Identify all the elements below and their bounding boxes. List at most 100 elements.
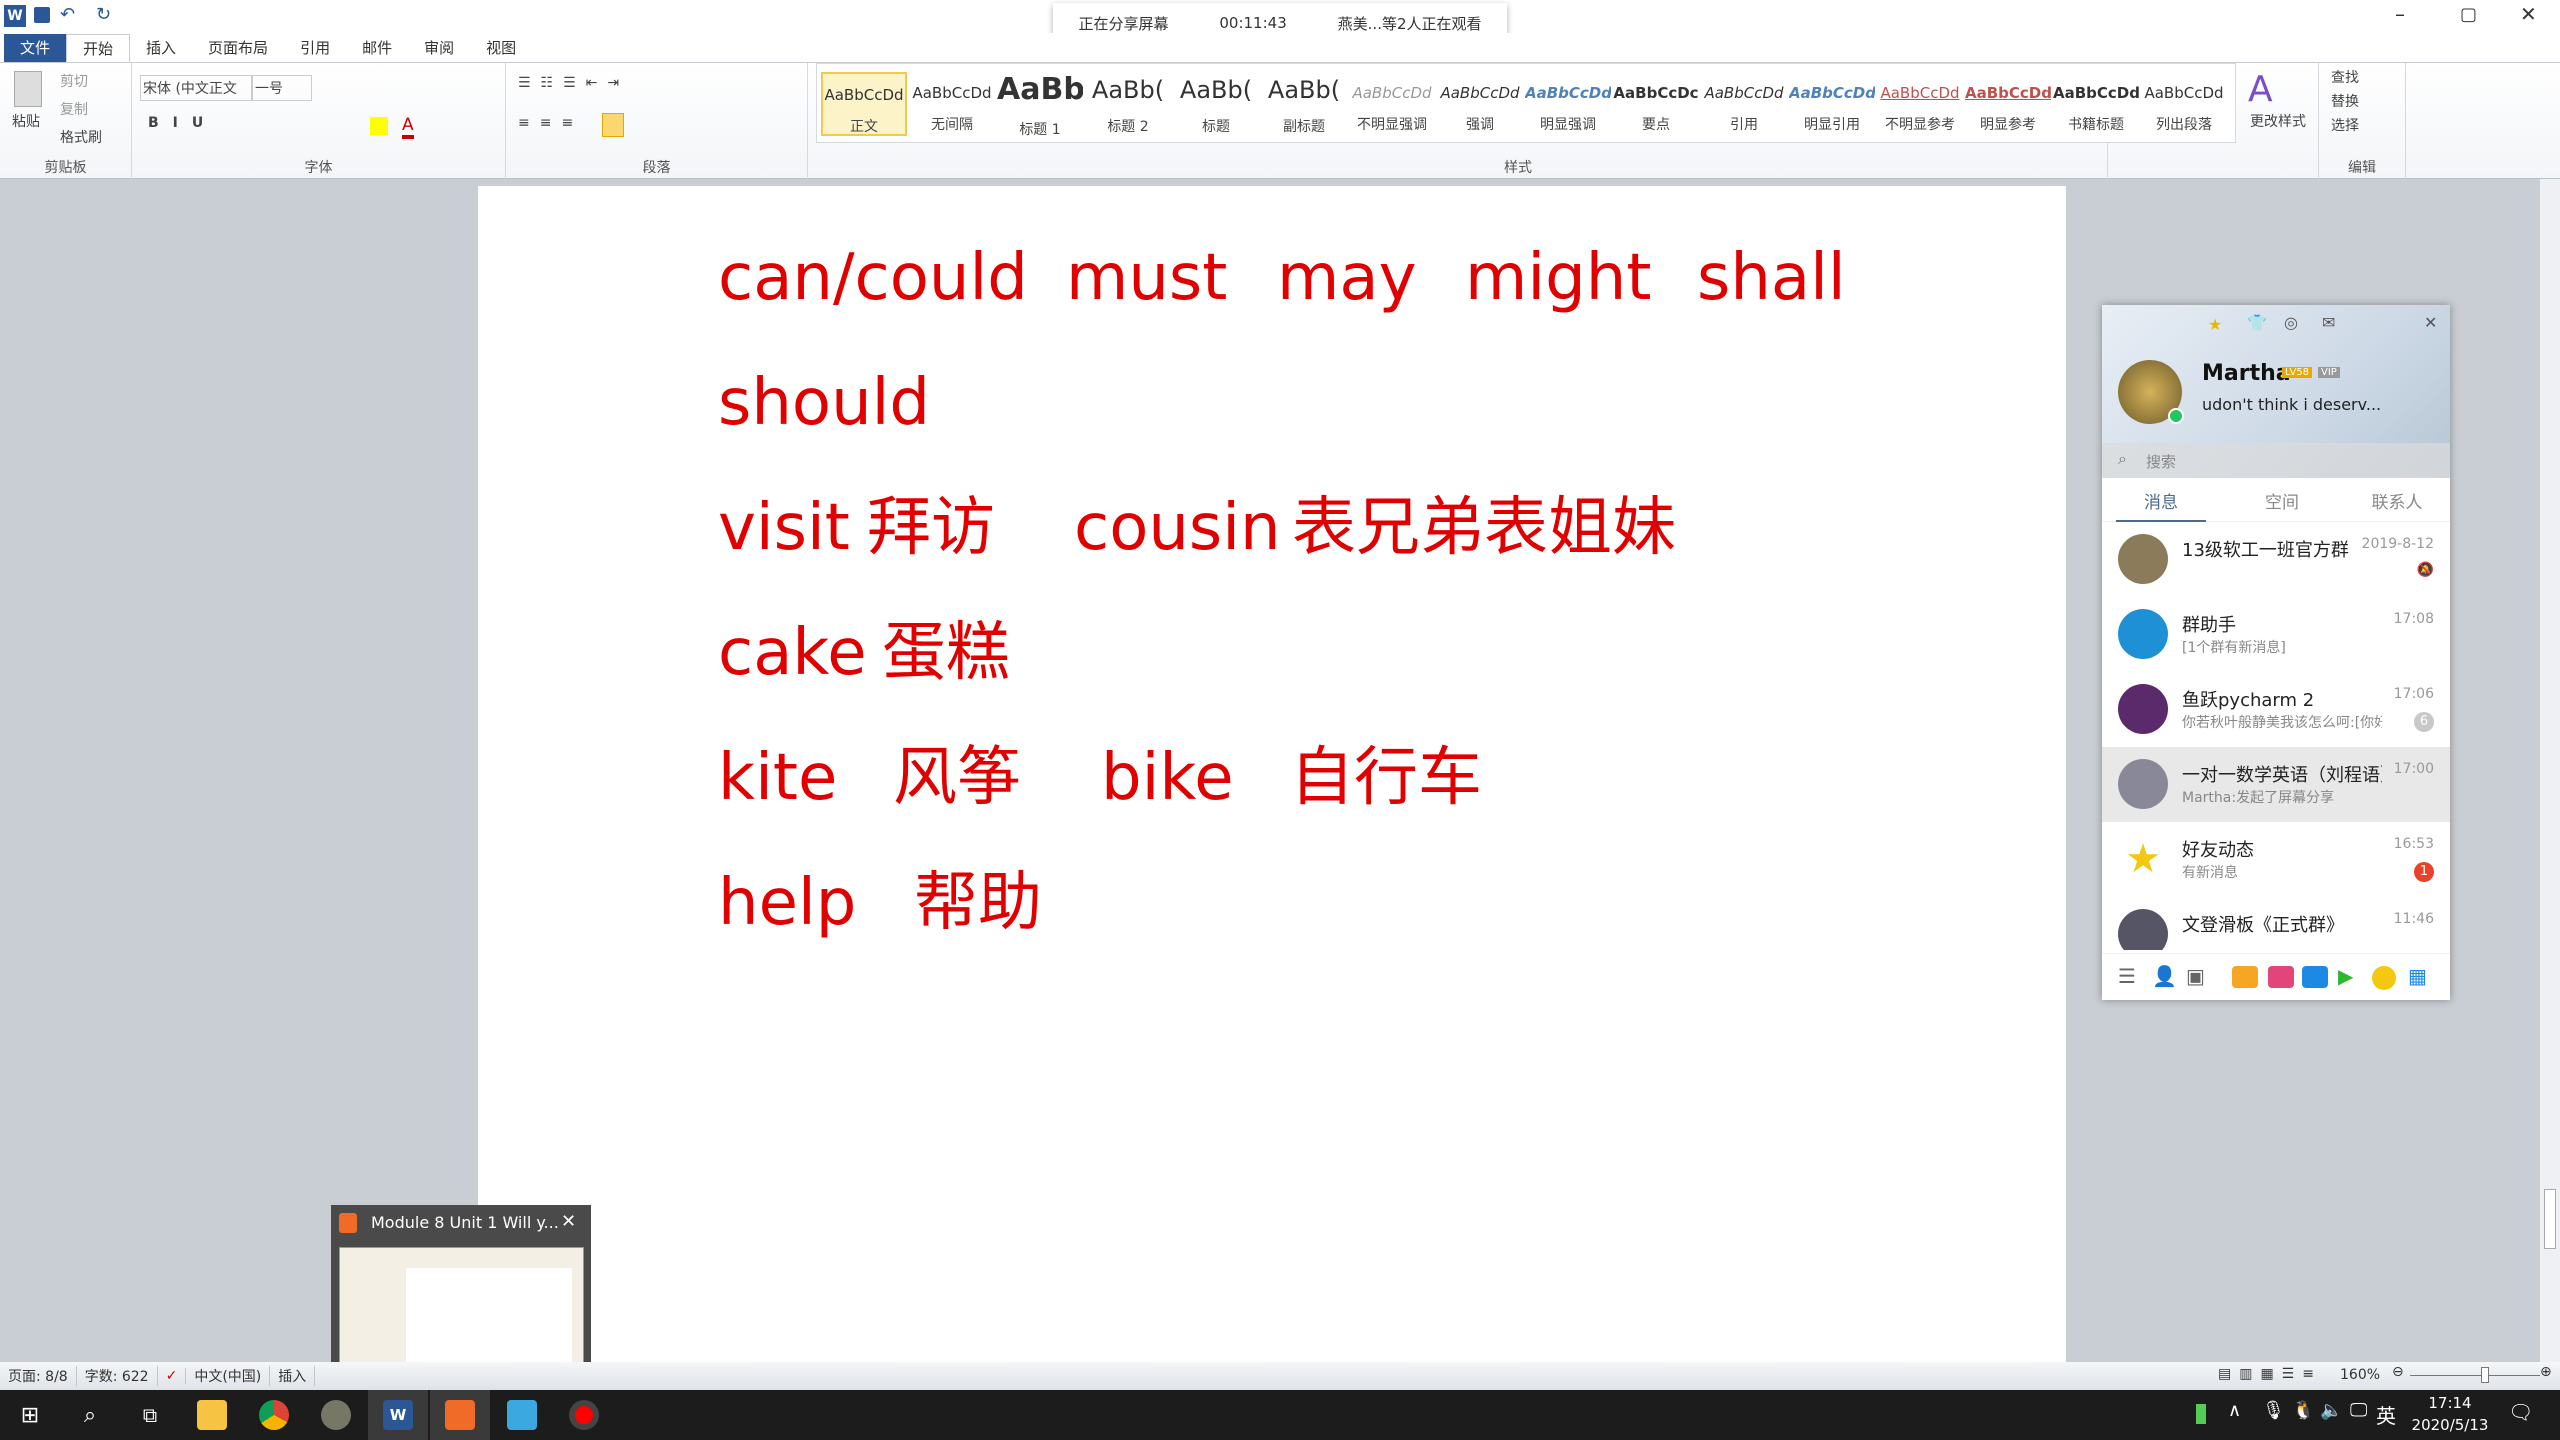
document-word[interactable]: 拜访 xyxy=(867,496,995,560)
style-10[interactable]: AaBbCcDd 引用 xyxy=(1701,72,1787,136)
change-styles-icon[interactable]: A xyxy=(2248,69,2273,110)
taskbar-file-explorer[interactable] xyxy=(182,1390,242,1440)
tab-view[interactable]: 视图 xyxy=(470,34,532,62)
tab-page-layout[interactable]: 页面布局 xyxy=(192,34,284,62)
style-12[interactable]: AaBbCcDd 不明显参考 xyxy=(1877,72,1963,136)
proofing-icon[interactable]: ✓ xyxy=(158,1368,187,1384)
paste-button[interactable]: 粘贴 xyxy=(12,111,40,131)
insert-mode[interactable]: 插入 xyxy=(270,1366,316,1386)
tab-review[interactable]: 审阅 xyxy=(408,34,470,62)
paste-icon[interactable] xyxy=(14,71,42,107)
list-buttons[interactable]: ☰☷☰⇤⇥ xyxy=(518,75,629,91)
font-color-icon[interactable]: A xyxy=(402,115,414,139)
taskbar-qq-screen[interactable] xyxy=(492,1390,552,1440)
mail-icon[interactable]: ✉ xyxy=(2322,313,2335,332)
zoom-out-button[interactable]: ⊖ xyxy=(2392,1364,2404,1380)
taskbar-word[interactable]: W xyxy=(368,1390,428,1440)
taskbar-ppt[interactable] xyxy=(430,1390,490,1440)
undo-icon[interactable]: ↶ xyxy=(60,4,75,25)
close-button[interactable]: ✕ xyxy=(2520,2,2537,26)
document-word[interactable]: can/could xyxy=(718,246,1028,310)
qq-search[interactable]: ⌕ 搜索 xyxy=(2102,443,2450,478)
word-count[interactable]: 字数: 622 xyxy=(77,1366,158,1386)
cut-button[interactable]: 剪切 xyxy=(60,71,88,91)
document-word[interactable]: kite xyxy=(718,746,837,810)
document-word[interactable]: 表兄弟表姐妹 xyxy=(1292,496,1676,560)
document-word[interactable]: bike xyxy=(1101,746,1234,810)
highlight-icon[interactable] xyxy=(370,117,388,135)
qzone-icon[interactable]: ★ xyxy=(2208,315,2222,334)
taskbar-qq-chat[interactable] xyxy=(306,1390,366,1440)
game-icon[interactable] xyxy=(2232,966,2258,988)
medal-icon[interactable]: ◎ xyxy=(2284,313,2298,332)
select-button[interactable]: 选择 xyxy=(2331,115,2359,135)
font-name-select[interactable]: 宋体 (中文正文 xyxy=(140,75,252,101)
document-word[interactable]: might xyxy=(1465,246,1651,310)
redo-icon[interactable]: ↻ xyxy=(96,4,111,25)
show-hidden-icons[interactable]: ∧ xyxy=(2228,1400,2241,1421)
tab-home[interactable]: 开始 xyxy=(66,34,131,62)
change-styles-button[interactable]: 更改样式 xyxy=(2250,111,2306,131)
tab-references[interactable]: 引用 xyxy=(284,34,346,62)
weiyun-icon[interactable] xyxy=(2302,966,2328,988)
style-2[interactable]: AaBb 标题 1 xyxy=(997,72,1083,138)
tab-messages[interactable]: 消息 xyxy=(2116,488,2206,522)
clock-time[interactable]: 17:14 xyxy=(2410,1394,2490,1412)
tab-qzone[interactable]: 空间 xyxy=(2242,488,2322,513)
style-3[interactable]: AaBb(标题 2 xyxy=(1085,72,1171,136)
style-7[interactable]: AaBbCcDd 强调 xyxy=(1437,72,1523,136)
style-11[interactable]: AaBbCcDd 明显引用 xyxy=(1789,72,1875,136)
app-manager-icon[interactable]: ▣ xyxy=(2186,964,2205,988)
document-word[interactable]: must xyxy=(1066,246,1227,310)
language[interactable]: 中文(中国) xyxy=(186,1366,271,1386)
taskbar-recorder[interactable] xyxy=(554,1390,614,1440)
scroll-thumb[interactable] xyxy=(2544,1189,2556,1249)
justify-button[interactable] xyxy=(602,113,624,137)
menu-icon[interactable]: ☰ xyxy=(2118,964,2136,988)
document-page[interactable]: can/could must may might shall should visit 拜访 c… xyxy=(478,186,2066,1366)
add-friend-icon[interactable]: 👤 xyxy=(2152,964,2177,988)
style-1[interactable]: AaBbCcDd 无间隔 xyxy=(909,72,995,136)
format-painter-button[interactable]: 格式刷 xyxy=(60,127,102,147)
zoom-slider[interactable] xyxy=(2410,1375,2540,1376)
chat-item[interactable]: 13级软工一班官方群 2019-8-12 🔕 xyxy=(2102,522,2450,597)
tab-file[interactable]: 文件 xyxy=(4,34,67,62)
qq-tray-icon[interactable]: 🐧 xyxy=(2292,1400,2314,1421)
taskbar-chrome[interactable] xyxy=(244,1390,304,1440)
microphone-icon[interactable]: 🎙 xyxy=(2262,1400,2285,1421)
zoom-in-button[interactable]: ⊕ xyxy=(2540,1364,2552,1380)
skin-icon[interactable]: 👕 xyxy=(2247,313,2267,332)
document-word[interactable]: 蛋糕 xyxy=(882,621,1010,685)
tab-contacts[interactable]: 联系人 xyxy=(2352,488,2442,513)
screen-icon[interactable] xyxy=(2268,966,2294,988)
document-word[interactable]: should xyxy=(718,371,930,435)
chat-item[interactable]: 文登滑板《正式群》 11:46 xyxy=(2102,897,2450,950)
format-buttons[interactable]: BIU xyxy=(148,115,217,131)
start-button[interactable]: ⊞ xyxy=(0,1390,60,1440)
ime-indicator[interactable]: 英 xyxy=(2376,1400,2396,1429)
tab-mailings[interactable]: 邮件 xyxy=(346,34,408,62)
network-icon[interactable]: 🖵 xyxy=(2350,1400,2367,1421)
document-word[interactable]: cousin xyxy=(1074,496,1281,560)
document-word[interactable]: 自行车 xyxy=(1290,746,1482,810)
music-icon[interactable] xyxy=(2372,966,2396,990)
zoom-level[interactable]: 160% xyxy=(2340,1367,2380,1383)
view-buttons[interactable]: ▤▥▦☰≡ xyxy=(2218,1366,2322,1382)
task-view-button[interactable]: ⧉ xyxy=(120,1390,180,1440)
search-button[interactable]: ⌕ xyxy=(60,1390,120,1440)
zoom-slider-thumb[interactable] xyxy=(2480,1367,2489,1383)
chat-item[interactable]: 鱼跃pycharm 2 你若秋叶般静美我该怎么呵:[你好 17:06 6 xyxy=(2102,672,2450,747)
align-buttons[interactable]: ≡≡≡ xyxy=(518,115,583,131)
style-9[interactable]: AaBbCcDc 要点 xyxy=(1613,72,1699,136)
copy-button[interactable]: 复制 xyxy=(60,99,88,119)
thumbnail-close-icon[interactable]: ✕ xyxy=(561,1211,576,1232)
style-0[interactable]: AaBbCcDd 正文 xyxy=(821,72,907,136)
document-word[interactable]: shall xyxy=(1697,246,1846,310)
style-13[interactable]: AaBbCcDd 明显参考 xyxy=(1965,72,2051,136)
notification-icon[interactable]: 🗨 xyxy=(2508,1400,2533,1424)
style-4[interactable]: AaBb(标题 xyxy=(1173,72,1259,136)
style-8[interactable]: AaBbCcDd 明显强调 xyxy=(1525,72,1611,136)
apps-icon[interactable]: ▦ xyxy=(2408,964,2427,988)
document-word[interactable]: 帮助 xyxy=(914,871,1042,935)
chat-item[interactable]: 一对一数学英语（刘程语） Martha:发起了屏幕分享 17:00 xyxy=(2102,747,2450,822)
